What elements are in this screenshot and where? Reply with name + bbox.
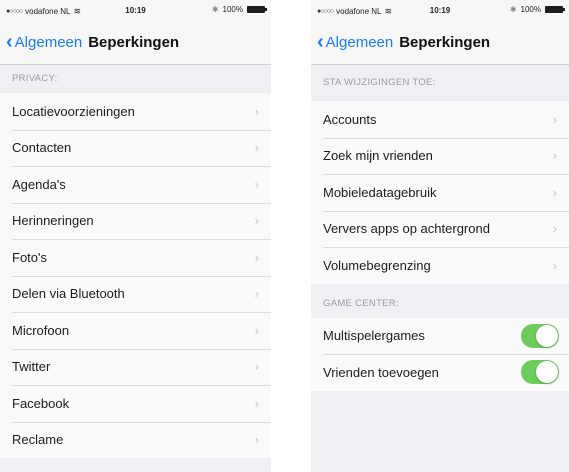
status-bar: ●○○○○ vodafone NL ≋ 10:19 ✱ 100% — [311, 0, 569, 20]
list-item-label: Twitter — [12, 359, 51, 375]
list-item-label: Locatievoorzieningen — [12, 103, 135, 119]
signal-icon: ●○○○○ — [317, 8, 334, 15]
battery-percent: 100% — [222, 5, 243, 14]
bluetooth-icon: ✱ — [509, 5, 517, 14]
list-item[interactable]: Accounts › — [311, 101, 569, 138]
toggle-label: Multispelergames — [323, 328, 425, 344]
list-item[interactable]: Locatievoorzieningen › — [0, 93, 271, 130]
list-item-label: Zoek mijn vrienden — [323, 148, 433, 164]
toggle-label: Vrienden toevoegen — [323, 364, 439, 380]
battery-icon — [545, 6, 565, 13]
list-item[interactable]: Reclame › — [0, 421, 271, 459]
clock: 10:19 — [429, 6, 451, 15]
chevron-right-icon: › — [552, 184, 557, 200]
list-item-label: Foto's — [12, 249, 47, 265]
chevron-right-icon: › — [552, 111, 557, 127]
chevron-right-icon: › — [254, 249, 259, 265]
chevron-left-icon: ‹ — [317, 31, 324, 53]
list-item-label: Facebook — [12, 395, 70, 411]
list-item[interactable]: Herinneringen › — [0, 202, 271, 240]
back-button[interactable]: ‹ Algemeen — [6, 32, 82, 52]
list-item[interactable]: Volumebegrenzing › — [311, 247, 569, 284]
right-screen: ●○○○○ vodafone NL ≋ 10:19 ✱ 100% ‹ Algem… — [311, 0, 569, 472]
list-item[interactable]: Zoek mijn vrienden › — [311, 137, 569, 175]
list-item-label: Reclame — [12, 432, 64, 448]
wifi-icon: ≋ — [384, 6, 393, 16]
carrier-name: vodafone NL — [25, 7, 71, 16]
list-item-label: Microfoon — [12, 322, 70, 338]
clock: 10:19 — [125, 6, 146, 15]
section-header-game-center: GAME CENTER: — [323, 297, 399, 309]
list-item[interactable]: Agenda's › — [0, 166, 271, 203]
list-item-label: Accounts — [323, 111, 377, 127]
list-item[interactable]: Mobieledatagebruik › — [311, 174, 569, 211]
back-button[interactable]: ‹ Algemeen — [317, 32, 393, 52]
list-item-label: Herinneringen — [12, 213, 94, 229]
chevron-right-icon: › — [552, 257, 557, 273]
navigation-bar: ‹ Algemeen Beperkingen — [311, 20, 569, 65]
privacy-list: Locatievoorzieningen › Contacten › Agenda's ›… — [0, 93, 271, 458]
left-screen: ●○○○○ vodafone NL ≋ 10:19 ✱ 100% ‹ Algem… — [0, 0, 271, 472]
chevron-right-icon: › — [254, 322, 259, 338]
chevron-left-icon: ‹ — [6, 31, 13, 53]
list-item[interactable]: Foto's › — [0, 239, 271, 276]
list-item[interactable]: Twitter › — [0, 348, 271, 386]
back-label: Algemeen — [325, 33, 394, 51]
carrier: ●○○○○ vodafone NL ≋ — [317, 6, 392, 17]
chevron-right-icon: › — [254, 432, 259, 448]
chevron-right-icon: › — [552, 221, 557, 237]
carrier: ●○○○○ vodafone NL ≋ — [6, 6, 81, 17]
game-center-list: Multispelergames Vrienden toevoegen — [311, 317, 569, 391]
toggle-row: Vrienden toevoegen — [311, 354, 569, 391]
carrier-name: vodafone NL — [336, 7, 382, 16]
navigation-bar: ‹ Algemeen Beperkingen — [0, 20, 271, 65]
bluetooth-icon: ✱ — [211, 5, 219, 14]
signal-icon: ●○○○○ — [6, 8, 23, 15]
chevron-right-icon: › — [254, 140, 259, 156]
list-item-label: Mobieledatagebruik — [323, 184, 437, 200]
changes-list: Accounts › Zoek mijn vrienden › Mobieledatag… — [311, 101, 569, 284]
list-item-label: Ververs apps op achtergrond — [323, 221, 490, 237]
section-header-changes: STA WIJZIGINGEN TOE: — [323, 77, 436, 88]
toggle-knob — [536, 361, 558, 384]
battery-percent: 100% — [520, 5, 541, 14]
status-bar: ●○○○○ vodafone NL ≋ 10:19 ✱ 100% — [0, 0, 271, 20]
battery-icon — [247, 6, 267, 13]
toggle-row: Multispelergames — [311, 318, 569, 355]
chevron-right-icon: › — [254, 359, 259, 375]
back-label: Algemeen — [14, 33, 83, 51]
list-item-label: Delen via Bluetooth — [12, 286, 125, 302]
battery-status: ✱ 100% — [509, 5, 565, 14]
list-item-label: Volumebegrenzing — [323, 257, 431, 273]
chevron-right-icon: › — [254, 103, 259, 119]
chevron-right-icon: › — [254, 286, 259, 302]
chevron-right-icon: › — [552, 148, 557, 164]
list-item[interactable]: Delen via Bluetooth › — [0, 275, 271, 313]
list-item-label: Contacten — [12, 140, 72, 156]
toggle-switch[interactable] — [521, 360, 559, 385]
list-item[interactable]: Facebook › — [0, 385, 271, 422]
chevron-right-icon: › — [254, 213, 259, 229]
section-header-privacy: PRIVACY: — [12, 73, 58, 84]
toggle-switch[interactable] — [521, 323, 559, 348]
list-item[interactable]: Ververs apps op achtergrond › — [311, 210, 569, 248]
chevron-right-icon: › — [254, 176, 259, 192]
list-item[interactable]: Contacten › — [0, 129, 271, 167]
list-item-label: Agenda's — [12, 176, 66, 192]
list-item[interactable]: Microfoon › — [0, 312, 271, 349]
page-title: Beperkingen — [88, 33, 180, 51]
toggle-knob — [536, 324, 558, 347]
battery-status: ✱ 100% — [211, 5, 267, 14]
page-title: Beperkingen — [399, 33, 491, 51]
chevron-right-icon: › — [254, 395, 259, 411]
wifi-icon: ≋ — [73, 6, 82, 16]
